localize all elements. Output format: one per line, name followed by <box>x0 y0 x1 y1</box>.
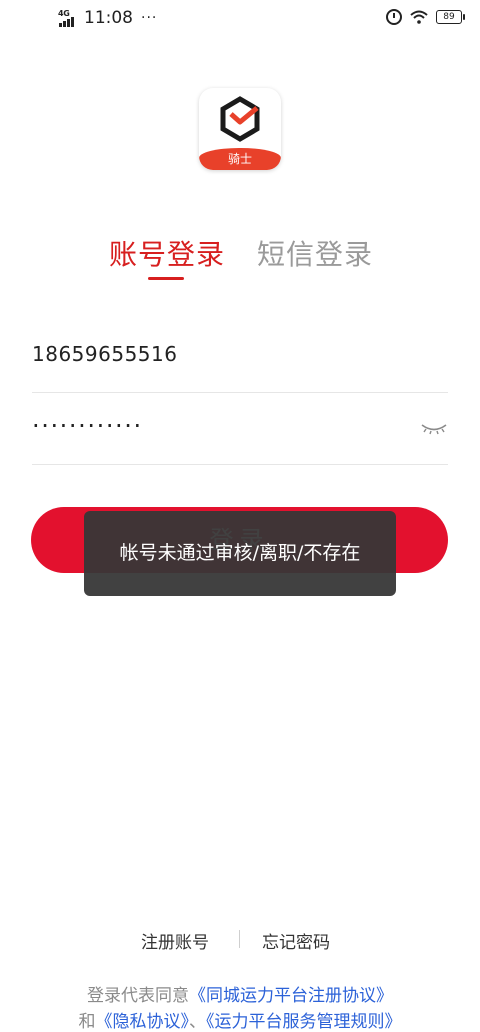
service-rules-link[interactable]: 《运力平台服务管理规则》 <box>206 1012 402 1032</box>
register-link[interactable]: 注册账号 <box>141 928 209 953</box>
status-right: 89 <box>386 9 465 25</box>
status-left: 4G 11:08 ··· <box>58 8 157 28</box>
hexagon-logo-icon <box>220 96 260 142</box>
password-input[interactable]: ············ <box>32 412 143 440</box>
agreement-line-1: 登录代表同意《同城运力平台注册协议》 <box>0 981 480 1006</box>
phone-field[interactable]: 18659655516 <box>32 330 448 393</box>
privacy-agreement-link[interactable]: 《隐私协议》 <box>96 1012 190 1032</box>
active-tab-indicator <box>148 277 184 280</box>
status-time: 11:08 <box>84 8 133 28</box>
registration-agreement-link[interactable]: 《同城运力平台注册协议》 <box>189 986 393 1006</box>
agreement-prefix: 登录代表同意 <box>87 986 189 1006</box>
agreement-line-2: 和《隐私协议》、《运力平台服务管理规则》 <box>0 1007 480 1032</box>
alarm-icon <box>386 9 402 25</box>
agreement-separator: 、 <box>189 1012 206 1032</box>
forgot-password-link[interactable]: 忘记密码 <box>262 928 330 953</box>
eye-closed-icon[interactable] <box>420 420 448 436</box>
wifi-icon <box>410 10 428 24</box>
agreement-and: 和 <box>78 1012 96 1032</box>
login-tabs: 账号登录 短信登录 <box>0 233 480 293</box>
battery-icon: 89 <box>436 10 465 24</box>
link-divider <box>239 930 240 948</box>
app-logo: 骑士 <box>199 88 281 170</box>
bottom-links: 注册账号 忘记密码 <box>0 928 480 954</box>
battery-level: 89 <box>443 12 455 22</box>
password-field[interactable]: ············ <box>32 402 448 465</box>
logo-badge: 骑士 <box>199 148 281 170</box>
more-notifications-icon: ··· <box>141 10 158 26</box>
tab-sms-login[interactable]: 短信登录 <box>257 233 373 273</box>
tab-account-login[interactable]: 账号登录 <box>109 233 225 273</box>
phone-input[interactable]: 18659655516 <box>32 342 177 366</box>
error-toast: 帐号未通过审核/离职/不存在 <box>84 511 396 596</box>
status-bar: 4G 11:08 ··· 89 <box>0 0 480 36</box>
signal-icon: 4G <box>58 9 78 27</box>
